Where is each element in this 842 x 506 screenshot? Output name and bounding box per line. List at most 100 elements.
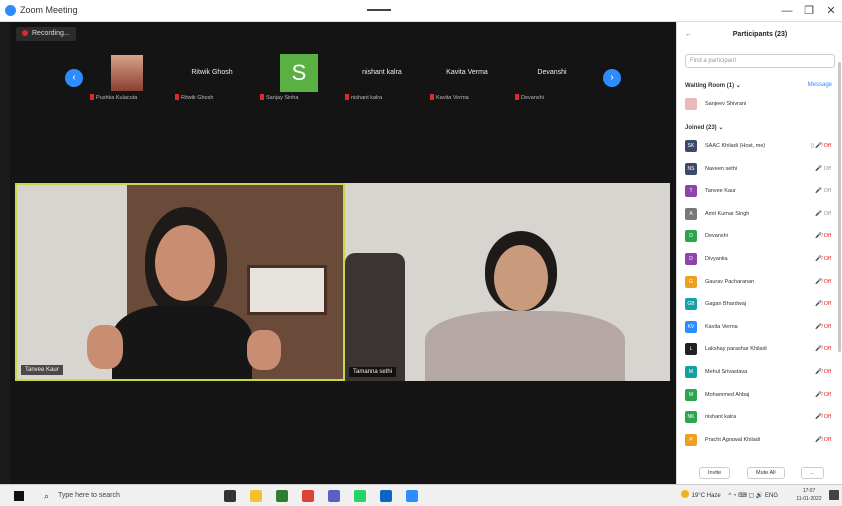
participant-row[interactable]: A Amit Kumar Singh 🎤 Off (685, 207, 835, 221)
notifications-icon[interactable] (829, 490, 839, 500)
gallery-tile[interactable]: Pushka Kulacuta (87, 52, 167, 104)
muted-mic-icon (260, 94, 264, 100)
mic-status-icon[interactable]: 🎤̸ Off (815, 437, 831, 443)
previous-page-button[interactable]: ‹ (65, 69, 83, 87)
mic-status-icon[interactable]: 🎤 Off (815, 211, 831, 217)
tray-icons[interactable]: ^ ◔ ⌨ ▢ 🔊 ENG (728, 493, 778, 499)
clock[interactable]: 17:07 11-01-2022 (792, 487, 826, 503)
gallery-strip: Pushka Kulacuta Ritwik Ghosh Ritwik Ghos… (87, 52, 593, 104)
recording-indicator[interactable]: Recording... (16, 27, 76, 41)
taskbar-search-input[interactable]: ⌕ Type here to search (40, 488, 210, 504)
drag-handle[interactable] (367, 9, 391, 11)
participant-row[interactable]: KV Kavita Verma 🎤̸ Off (685, 320, 835, 334)
participant-name: Amit Kumar Singh (705, 210, 750, 217)
avatar: A (685, 207, 697, 220)
gallery-tile[interactable]: Kavita Verma Kavita Verma (427, 52, 507, 104)
whatsapp-icon[interactable] (354, 490, 366, 502)
restore-button[interactable]: ❐ (798, 3, 820, 19)
avatar: NS (685, 162, 697, 175)
letter-avatar: S (280, 54, 318, 92)
participant-row[interactable]: NS Naveen sethi 🎤 Off (685, 162, 835, 176)
notes-app-icon[interactable] (276, 490, 288, 502)
taskbar-search-placeholder: Type here to search (58, 492, 120, 499)
gallery-tile[interactable]: Ritwik Ghosh Ritwik Ghosh (172, 52, 252, 104)
participant-name: Divyanka (705, 256, 728, 262)
mic-status-icon[interactable]: 🎤̸ Off (815, 392, 831, 398)
gallery-tile[interactable]: S Sanjay Sinha (257, 52, 337, 104)
search-icon: ⌕ (44, 491, 50, 501)
participant-row[interactable]: G Gaurav Pacharanan 🎤̸ Off (685, 275, 835, 289)
tile-label: Pushka Kulacuta (90, 94, 137, 101)
participant-row[interactable]: M Mohammed Ahbaj 🎤̸ Off (685, 388, 835, 402)
close-button[interactable]: ✕ (820, 3, 842, 19)
windows-start-icon[interactable] (14, 491, 24, 501)
gallery-tile[interactable]: nishant kalra nishant kalra (342, 52, 422, 104)
participant-name: Lakshay parashar Khiladi (705, 346, 767, 353)
participant-row[interactable]: M Mehul Srivastava 🎤̸ Off (685, 366, 835, 379)
mic-status-icon[interactable]: 🎤̸ Off (815, 414, 831, 420)
video-label: Tamanna sethi (349, 367, 397, 377)
mic-status-icon[interactable]: 🎤 Off (815, 188, 831, 194)
participant-row[interactable]: P Pracht Agrawal Khiladi 🎤̸ Off (685, 433, 835, 447)
person-hand (87, 325, 123, 369)
waiting-participant-row[interactable]: Sanjeev Shivrani (685, 98, 835, 111)
waiting-room-header[interactable]: Waiting Room (1) ⌄ (685, 82, 741, 89)
mic-status-icon[interactable]: 🎤 Off (815, 166, 831, 172)
mic-status-icon[interactable]: 🎤̸ Off (815, 346, 831, 352)
record-dot-icon (22, 30, 28, 36)
participant-video[interactable]: Tamanna sethi (345, 183, 670, 381)
participant-name: Gaurav Pacharanan (705, 278, 755, 285)
task-view-icon[interactable] (224, 490, 236, 502)
minimize-button[interactable]: — (776, 3, 798, 19)
zoom-icon (5, 5, 16, 16)
participant-search-input[interactable]: Find a participant (685, 54, 835, 68)
mic-status-icon[interactable]: 🎤̸ Off (815, 324, 831, 330)
tile-name: nishant kalra (362, 69, 402, 76)
participant-row[interactable]: SK SAAC Khiladi (Host, me) ▯ 🎤̸ Off (685, 140, 835, 153)
avatar: M (685, 388, 697, 401)
more-options-button[interactable]: ... (801, 467, 824, 479)
teams-icon[interactable] (328, 490, 340, 502)
collapse-panel-icon[interactable]: ← (685, 28, 692, 42)
next-page-button[interactable]: › (603, 69, 621, 87)
participant-photo (111, 55, 143, 91)
participants-panel: ← Participants (23) Find a participant W… (676, 22, 842, 484)
avatar: L (685, 343, 697, 356)
gallery-tile[interactable]: Devanshi Devanshi (512, 52, 592, 104)
participant-row[interactable]: D Divyanka 🎤̸ Off (685, 253, 835, 266)
active-speaker-video[interactable]: Tanvee Kaur (15, 183, 345, 381)
person-body (112, 305, 252, 379)
mic-status-icon[interactable]: 🎤̸ Off (815, 256, 831, 262)
mic-status-icon[interactable]: 🎤̸ Off (815, 369, 831, 375)
avatar: NK (685, 411, 697, 424)
participant-row[interactable]: D Devanshi 🎤̸ Off (685, 230, 835, 243)
avatar: GB (685, 298, 697, 311)
chrome-icon[interactable] (302, 490, 314, 502)
avatar: D (685, 230, 697, 243)
participant-name: SAAC Khiladi (Host, me) (705, 143, 766, 149)
tile-label: nishant kalra (345, 94, 382, 101)
weather-text[interactable]: 19°C Haze (692, 493, 721, 499)
zoom-icon[interactable] (406, 490, 418, 502)
participant-row[interactable]: L Lakshay parashar Khiladi 🎤̸ Off (685, 343, 835, 356)
file-explorer-icon[interactable] (250, 490, 262, 502)
mic-status-icon[interactable]: 🎤̸ Off (815, 279, 831, 285)
panel-footer: Invite Mute All ... (677, 464, 842, 484)
participant-row[interactable]: NK nishant kalra 🎤̸ Off (685, 411, 835, 424)
message-button[interactable]: Message (808, 82, 832, 88)
person-face (155, 225, 215, 301)
window-background (247, 265, 327, 315)
participant-row[interactable]: T Tanvee Kaur 🎤 Off (685, 185, 835, 198)
mic-status-icon[interactable]: 🎤̸ Off (815, 233, 831, 239)
joined-header[interactable]: Joined (23) ⌄ (685, 124, 723, 131)
tile-label: Kavita Verma (430, 94, 469, 101)
mic-status-icon[interactable]: 🎤̸ Off (815, 301, 831, 307)
outlook-icon[interactable] (380, 490, 392, 502)
participant-row[interactable]: GB Gagan Bhardwaj 🎤̸ Off (685, 298, 835, 311)
avatar: KV (685, 320, 697, 333)
weather-icon[interactable] (680, 490, 689, 498)
mic-status-icon[interactable]: ▯ 🎤̸ Off (811, 143, 831, 149)
mute-all-button[interactable]: Mute All (747, 467, 785, 479)
invite-button[interactable]: Invite (699, 467, 731, 479)
panel-scrollbar[interactable] (838, 62, 841, 352)
